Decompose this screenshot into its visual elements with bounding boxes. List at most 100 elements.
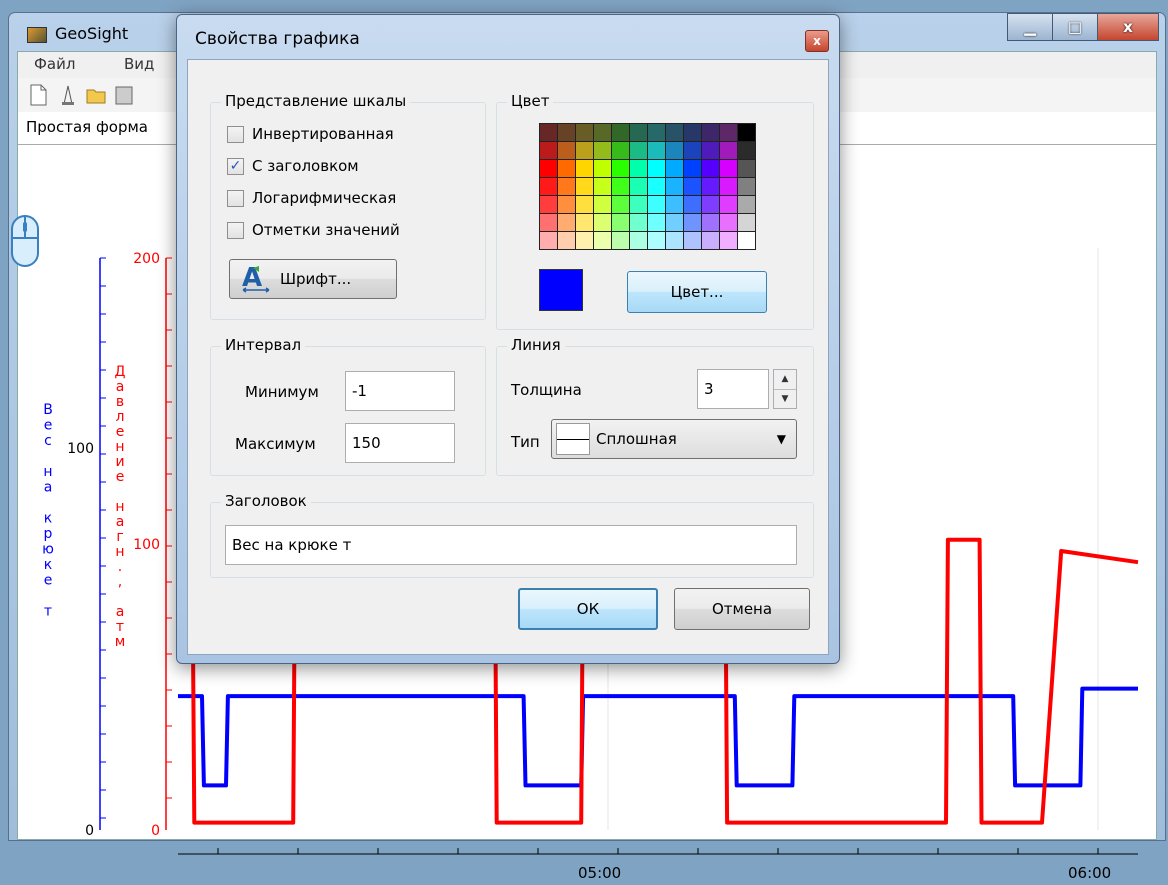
color-swatch[interactable] xyxy=(684,214,701,231)
font-button[interactable]: A Шрифт... xyxy=(229,259,397,299)
color-swatch[interactable] xyxy=(612,124,629,141)
option-with-title[interactable]: ✓ С заголовком xyxy=(227,157,359,175)
color-swatch[interactable] xyxy=(648,196,665,213)
color-swatch[interactable] xyxy=(720,214,737,231)
color-swatch[interactable] xyxy=(630,142,647,159)
checkbox-value-marks[interactable] xyxy=(227,221,244,239)
color-swatch[interactable] xyxy=(738,160,755,177)
color-swatch[interactable] xyxy=(576,160,593,177)
color-swatch[interactable] xyxy=(720,178,737,195)
color-swatch[interactable] xyxy=(720,232,737,249)
checkbox-log[interactable] xyxy=(227,189,244,207)
option-log[interactable]: Логарифмическая xyxy=(227,189,396,207)
color-swatch[interactable] xyxy=(558,232,575,249)
color-swatch[interactable] xyxy=(666,178,683,195)
color-swatch[interactable] xyxy=(540,160,557,177)
color-swatch[interactable] xyxy=(684,160,701,177)
color-swatch[interactable] xyxy=(576,214,593,231)
color-swatch[interactable] xyxy=(594,160,611,177)
color-swatch[interactable] xyxy=(540,232,557,249)
color-swatch[interactable] xyxy=(612,232,629,249)
color-swatch[interactable] xyxy=(558,160,575,177)
color-swatch[interactable] xyxy=(594,142,611,159)
open-folder-icon[interactable] xyxy=(86,84,106,106)
color-swatch[interactable] xyxy=(702,214,719,231)
color-swatch[interactable] xyxy=(720,142,737,159)
color-swatch[interactable] xyxy=(630,214,647,231)
color-swatch[interactable] xyxy=(630,160,647,177)
color-swatch[interactable] xyxy=(540,196,557,213)
color-swatch[interactable] xyxy=(540,214,557,231)
color-swatch[interactable] xyxy=(540,178,557,195)
checkbox-with-title[interactable]: ✓ xyxy=(227,157,244,175)
color-swatch[interactable] xyxy=(666,196,683,213)
color-swatch[interactable] xyxy=(612,214,629,231)
color-swatch[interactable] xyxy=(684,142,701,159)
save-icon[interactable] xyxy=(114,84,134,106)
line-type-select[interactable]: Сплошная ▼ xyxy=(551,419,797,459)
color-swatch[interactable] xyxy=(576,124,593,141)
color-swatch[interactable] xyxy=(666,160,683,177)
checkbox-inverted[interactable] xyxy=(227,125,244,143)
rig-icon[interactable] xyxy=(58,84,78,106)
color-swatch[interactable] xyxy=(558,178,575,195)
color-swatch[interactable] xyxy=(594,124,611,141)
color-swatch[interactable] xyxy=(666,232,683,249)
tab-simple-form[interactable]: Простая форма xyxy=(26,118,148,136)
color-button[interactable]: Цвет... xyxy=(627,271,767,313)
color-swatch[interactable] xyxy=(576,142,593,159)
thickness-input[interactable]: 3 xyxy=(697,369,769,409)
color-swatch[interactable] xyxy=(738,124,755,141)
color-swatch[interactable] xyxy=(576,196,593,213)
color-swatch[interactable] xyxy=(648,142,665,159)
color-swatch[interactable] xyxy=(702,232,719,249)
color-swatch[interactable] xyxy=(720,160,737,177)
menu-view[interactable]: Вид xyxy=(124,55,154,73)
color-swatch[interactable] xyxy=(558,196,575,213)
color-palette[interactable] xyxy=(539,123,756,250)
color-swatch[interactable] xyxy=(738,178,755,195)
color-swatch[interactable] xyxy=(576,232,593,249)
color-swatch[interactable] xyxy=(594,196,611,213)
color-swatch[interactable] xyxy=(612,178,629,195)
color-swatch[interactable] xyxy=(702,196,719,213)
color-swatch[interactable] xyxy=(648,124,665,141)
color-swatch[interactable] xyxy=(666,142,683,159)
menu-file[interactable]: Файл xyxy=(34,55,75,73)
color-swatch[interactable] xyxy=(594,178,611,195)
color-swatch[interactable] xyxy=(630,124,647,141)
color-swatch[interactable] xyxy=(720,196,737,213)
color-swatch[interactable] xyxy=(558,124,575,141)
color-swatch[interactable] xyxy=(684,178,701,195)
color-swatch[interactable] xyxy=(720,124,737,141)
color-swatch[interactable] xyxy=(702,160,719,177)
color-swatch[interactable] xyxy=(738,232,755,249)
color-swatch[interactable] xyxy=(666,214,683,231)
color-swatch[interactable] xyxy=(702,178,719,195)
color-swatch[interactable] xyxy=(684,124,701,141)
min-input[interactable]: -1 xyxy=(345,371,455,411)
spinner-up-icon[interactable]: ▲ xyxy=(774,370,796,390)
color-swatch[interactable] xyxy=(648,178,665,195)
option-value-marks[interactable]: Отметки значений xyxy=(227,221,400,239)
ok-button[interactable]: ОК xyxy=(518,588,658,630)
color-swatch[interactable] xyxy=(630,196,647,213)
new-file-icon[interactable] xyxy=(28,84,48,106)
color-swatch[interactable] xyxy=(576,178,593,195)
color-swatch[interactable] xyxy=(666,124,683,141)
title-input[interactable]: Вес на крюке т xyxy=(225,525,797,565)
color-swatch[interactable] xyxy=(702,124,719,141)
color-swatch[interactable] xyxy=(648,160,665,177)
color-swatch[interactable] xyxy=(612,160,629,177)
option-inverted[interactable]: Инвертированная xyxy=(227,125,394,143)
color-swatch[interactable] xyxy=(630,178,647,195)
color-swatch[interactable] xyxy=(648,232,665,249)
color-swatch[interactable] xyxy=(738,196,755,213)
close-window-button[interactable]: x xyxy=(1097,13,1159,41)
color-swatch[interactable] xyxy=(612,196,629,213)
cancel-button[interactable]: Отмена xyxy=(674,588,810,630)
color-swatch[interactable] xyxy=(540,142,557,159)
color-swatch[interactable] xyxy=(594,214,611,231)
thickness-spinner[interactable]: ▲ ▼ xyxy=(773,369,797,409)
color-swatch[interactable] xyxy=(612,142,629,159)
